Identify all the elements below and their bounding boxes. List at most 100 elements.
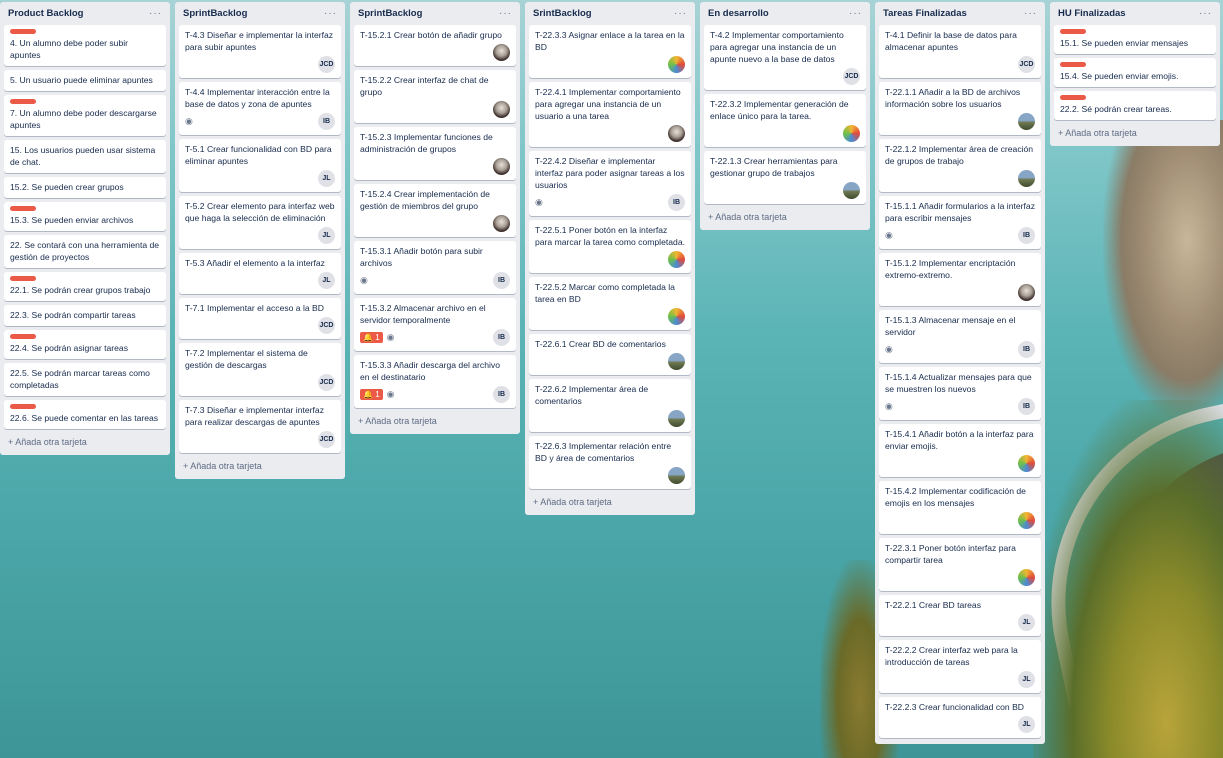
member-avatar-photo[interactable] — [1018, 569, 1035, 586]
card[interactable]: 15.2. Se pueden crear grupos — [4, 177, 166, 198]
member-avatar-photo[interactable] — [493, 158, 510, 175]
card[interactable]: T-22.3.2 Implementar generación de enlac… — [704, 94, 866, 147]
member-avatar-photo[interactable] — [668, 125, 685, 142]
card[interactable]: 15.3. Se pueden enviar archivos — [4, 202, 166, 231]
card[interactable]: 22.2. Sé podrán crear tareas. — [1054, 91, 1216, 120]
member-avatar[interactable]: JCD — [1018, 56, 1035, 73]
member-avatar-photo[interactable] — [1018, 512, 1035, 529]
card[interactable]: T-22.3.3 Asignar enlace a la tarea en la… — [529, 25, 691, 78]
card[interactable]: T-22.1.2 Implementar área de creación de… — [879, 139, 1041, 192]
card[interactable]: 22.5. Se podrán marcar tareas como compl… — [4, 363, 166, 396]
member-avatar-photo[interactable] — [1018, 113, 1035, 130]
member-avatar-photo[interactable] — [668, 308, 685, 325]
card[interactable]: 4. Un alumno debe poder subir apuntes — [4, 25, 166, 66]
member-avatar[interactable]: JCD — [318, 431, 335, 448]
member-avatar[interactable]: JCD — [318, 317, 335, 334]
card[interactable]: T-22.5.2 Marcar como completada la tarea… — [529, 277, 691, 330]
card[interactable]: T-4.2 Implementar comportamiento para ag… — [704, 25, 866, 90]
member-avatar[interactable]: JCD — [318, 374, 335, 391]
member-avatar[interactable]: IB — [1018, 341, 1035, 358]
card[interactable]: T-15.3.1 Añadir botón para subir archivo… — [354, 241, 516, 294]
member-avatar-photo[interactable] — [493, 44, 510, 61]
member-avatar[interactable]: IB — [668, 194, 685, 211]
card[interactable]: T-4.3 Diseñar e implementar la interfaz … — [179, 25, 341, 78]
card[interactable]: T-5.1 Crear funcionalidad con BD para el… — [179, 139, 341, 192]
add-card-button[interactable]: + Añada otra tarjeta — [529, 489, 691, 509]
member-avatar[interactable]: IB — [1018, 398, 1035, 415]
member-avatar[interactable]: JL — [318, 272, 335, 289]
card[interactable]: T-22.4.1 Implementar comportamiento para… — [529, 82, 691, 147]
card[interactable]: 22.3. Se podrán compartir tareas — [4, 305, 166, 326]
member-avatar[interactable]: JL — [1018, 614, 1035, 631]
card[interactable]: 22. Se contará con una herramienta de ge… — [4, 235, 166, 268]
add-card-button[interactable]: + Añada otra tarjeta — [4, 429, 166, 449]
member-avatar-photo[interactable] — [1018, 170, 1035, 187]
card[interactable]: T-22.1.3 Crear herramientas para gestion… — [704, 151, 866, 204]
member-avatar[interactable]: IB — [318, 113, 335, 130]
card[interactable]: 7. Un alumno debe poder descargarse apun… — [4, 95, 166, 136]
card[interactable]: T-5.3 Añadir el elemento a la interfaz JL — [179, 253, 341, 294]
card[interactable]: T-22.6.1 Crear BD de comentarios — [529, 334, 691, 375]
list-title[interactable]: Product Backlog — [8, 8, 84, 19]
list-menu-icon[interactable]: ··· — [499, 8, 512, 19]
member-avatar-photo[interactable] — [668, 56, 685, 73]
member-avatar[interactable]: JCD — [318, 56, 335, 73]
add-card-button[interactable]: + Añada otra tarjeta — [1054, 120, 1216, 140]
member-avatar-photo[interactable] — [668, 353, 685, 370]
add-card-button[interactable]: + Añada otra tarjeta — [354, 408, 516, 428]
card[interactable]: T-15.1.1 Añadir formularios a la interfa… — [879, 196, 1041, 249]
card[interactable]: T-4.1 Definir la base de datos para alma… — [879, 25, 1041, 78]
card[interactable]: T-22.5.1 Poner botón en la interfaz para… — [529, 220, 691, 273]
member-avatar[interactable]: IB — [493, 386, 510, 403]
member-avatar-photo[interactable] — [843, 125, 860, 142]
list-title[interactable]: SprintBacklog — [183, 8, 247, 19]
member-avatar[interactable]: JL — [1018, 716, 1035, 733]
member-avatar-photo[interactable] — [493, 101, 510, 118]
card[interactable]: T-7.3 Diseñar e implementar interfaz par… — [179, 400, 341, 453]
card[interactable]: T-15.2.4 Crear implementación de gestión… — [354, 184, 516, 237]
member-avatar[interactable]: IB — [1018, 227, 1035, 244]
member-avatar-photo[interactable] — [843, 182, 860, 199]
add-card-button[interactable]: + Añada otra tarjeta — [179, 453, 341, 473]
card[interactable]: T-15.1.3 Almacenar mensaje en el servido… — [879, 310, 1041, 363]
card[interactable]: T-22.2.1 Crear BD tareas JL — [879, 595, 1041, 636]
card[interactable]: 22.1. Se podrán crear grupos trabajo — [4, 272, 166, 301]
list-menu-icon[interactable]: ··· — [674, 8, 687, 19]
card[interactable]: T-4.4 Implementar interacción entre la b… — [179, 82, 341, 135]
card[interactable]: 22.4. Se podrán asignar tareas — [4, 330, 166, 359]
member-avatar-photo[interactable] — [1018, 455, 1035, 472]
card[interactable]: T-7.1 Implementar el acceso a la BD JCD — [179, 298, 341, 339]
member-avatar-photo[interactable] — [1018, 284, 1035, 301]
member-avatar-photo[interactable] — [668, 410, 685, 427]
member-avatar[interactable]: IB — [493, 272, 510, 289]
card[interactable]: T-15.2.2 Crear interfaz de chat de grupo — [354, 70, 516, 123]
card[interactable]: 5. Un usuario puede eliminar apuntes — [4, 70, 166, 91]
card[interactable]: T-22.4.2 Diseñar e implementar interfaz … — [529, 151, 691, 216]
card[interactable]: T-15.3.2 Almacenar archivo en el servido… — [354, 298, 516, 351]
list-title[interactable]: Tareas Finalizadas — [883, 8, 967, 19]
card[interactable]: T-15.3.3 Añadir descarga del archivo en … — [354, 355, 516, 408]
member-avatar[interactable]: JL — [318, 227, 335, 244]
card[interactable]: 15.4. Se pueden enviar emojis. — [1054, 58, 1216, 87]
add-card-button[interactable]: + Añada otra tarjeta — [704, 204, 866, 224]
member-avatar[interactable]: IB — [493, 329, 510, 346]
card[interactable]: T-22.6.3 Implementar relación entre BD y… — [529, 436, 691, 489]
card[interactable]: T-15.4.2 Implementar codificación de emo… — [879, 481, 1041, 534]
card[interactable]: T-15.2.1 Crear botón de añadir grupo — [354, 25, 516, 66]
list-menu-icon[interactable]: ··· — [1024, 8, 1037, 19]
member-avatar[interactable]: JCD — [843, 68, 860, 85]
card[interactable]: T-22.3.1 Poner botón interfaz para compa… — [879, 538, 1041, 591]
member-avatar-photo[interactable] — [668, 251, 685, 268]
list-title[interactable]: En desarrollo — [708, 8, 769, 19]
card[interactable]: T-15.1.2 Implementar encriptación extrem… — [879, 253, 1041, 306]
list-menu-icon[interactable]: ··· — [1199, 8, 1212, 19]
list-menu-icon[interactable]: ··· — [149, 8, 162, 19]
member-avatar-photo[interactable] — [493, 215, 510, 232]
list-title[interactable]: SrintBacklog — [533, 8, 592, 19]
list-title[interactable]: HU Finalizadas — [1058, 8, 1126, 19]
card[interactable]: T-15.4.1 Añadir botón a la interfaz para… — [879, 424, 1041, 477]
list-menu-icon[interactable]: ··· — [849, 8, 862, 19]
list-title[interactable]: SprintBacklog — [358, 8, 422, 19]
list-menu-icon[interactable]: ··· — [324, 8, 337, 19]
card[interactable]: 15.1. Se pueden enviar mensajes — [1054, 25, 1216, 54]
